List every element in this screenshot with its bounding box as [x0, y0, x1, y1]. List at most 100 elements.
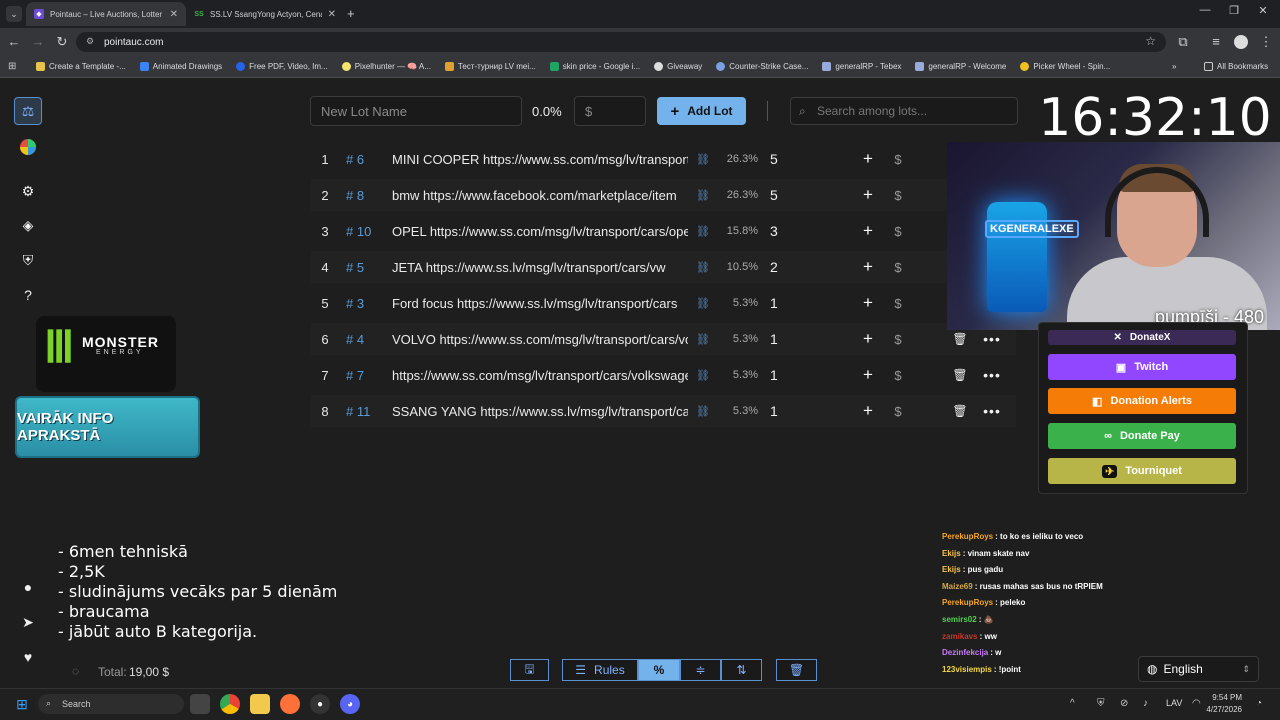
currency-icon[interactable]: $: [888, 188, 908, 203]
lot-name[interactable]: SSANG YANG https://www.ss.lv/msg/lv/tran…: [392, 404, 688, 419]
more-options-icon[interactable]: •••: [974, 367, 1010, 383]
donate-pay-button[interactable]: ∞ Donate Pay: [1048, 423, 1236, 449]
profile-avatar[interactable]: [1234, 35, 1248, 49]
extensions-icon[interactable]: ⧉: [1175, 34, 1191, 50]
bookmark-star-icon[interactable]: ☆: [1145, 34, 1156, 48]
lot-amount[interactable]: 5: [758, 187, 848, 203]
currency-icon[interactable]: $: [888, 404, 908, 419]
clock-date[interactable]: 4/27/2026: [1200, 705, 1242, 714]
clear-all-icon[interactable]: 🗑: [776, 659, 817, 681]
media-control-icon[interactable]: ≡: [1208, 34, 1224, 49]
bookmark[interactable]: generalRP - Welcome: [915, 62, 1006, 71]
maximize-button[interactable]: ❐: [1219, 4, 1249, 17]
close-tab-icon[interactable]: ✕: [170, 9, 178, 20]
add-amount-icon[interactable]: +: [848, 401, 888, 421]
lot-amount[interactable]: 1: [758, 295, 848, 311]
lot-name[interactable]: VOLVO https://www.ss.com/msg/lv/transpor…: [392, 332, 688, 347]
donate-hand-icon[interactable]: ♥: [14, 643, 42, 671]
save-icon[interactable]: 🖫: [510, 659, 549, 681]
network-icon[interactable]: ⊘: [1120, 698, 1128, 709]
lot-amount[interactable]: 1: [758, 403, 848, 419]
add-amount-icon[interactable]: +: [848, 185, 888, 205]
apps-grid-icon[interactable]: ⊞: [8, 61, 16, 72]
link-icon[interactable]: ⛓: [688, 369, 718, 382]
currency-icon[interactable]: $: [888, 368, 908, 383]
currency-icon[interactable]: $: [888, 224, 908, 239]
input-language[interactable]: LAV: [1166, 698, 1182, 708]
bookmark[interactable]: generalRP - Tebex: [822, 62, 901, 71]
wheel-icon[interactable]: [14, 133, 42, 161]
link-icon[interactable]: ⛓: [688, 153, 718, 166]
add-amount-icon[interactable]: +: [848, 329, 888, 349]
reload-button[interactable]: ↻: [54, 34, 70, 50]
lot-name[interactable]: Ford focus https://www.ss.lv/msg/lv/tran…: [392, 296, 688, 311]
clock-time[interactable]: 9:54 PM: [1210, 693, 1242, 702]
lot-amount[interactable]: 1: [758, 331, 848, 347]
chrome-icon[interactable]: [220, 694, 240, 714]
link-icon[interactable]: ⛓: [688, 261, 718, 274]
add-amount-icon[interactable]: +: [848, 293, 888, 313]
amount-input[interactable]: $: [574, 96, 646, 126]
delete-lot-icon[interactable]: 🗑: [946, 404, 974, 418]
vpn-icon[interactable]: ⛨: [1097, 698, 1105, 709]
notifications-icon[interactable]: ◔: [1256, 698, 1262, 709]
forward-button[interactable]: →: [30, 34, 46, 49]
github-icon[interactable]: ●: [14, 573, 42, 601]
currency-icon[interactable]: $: [888, 332, 908, 347]
lot-name[interactable]: MINI COOPER https://www.ss.com/msg/lv/tr…: [392, 152, 688, 167]
rules-button[interactable]: ☰ Rules: [562, 659, 638, 681]
bookmark[interactable]: Counter-Strike Case...: [716, 62, 808, 71]
lot-name-input[interactable]: New Lot Name: [310, 96, 522, 126]
help-icon[interactable]: ?: [14, 281, 42, 309]
add-amount-icon[interactable]: +: [848, 221, 888, 241]
lot-name[interactable]: JETA https://www.ss.lv/msg/lv/transport/…: [392, 260, 688, 275]
percent-toggle-icon[interactable]: %: [638, 659, 680, 681]
lot-name[interactable]: OPEL https://www.ss.com/msg/lv/transport…: [392, 224, 688, 239]
settings-gear-icon[interactable]: ⚙: [14, 177, 42, 205]
link-icon[interactable]: ⛓: [688, 405, 718, 418]
tab-search-button[interactable]: ⌄: [6, 6, 22, 22]
delete-lot-icon[interactable]: 🗑: [946, 332, 974, 346]
lot-name[interactable]: https://www.ss.com/msg/lv/transport/cars…: [392, 368, 688, 383]
minimize-button[interactable]: —: [1190, 4, 1220, 16]
currency-icon[interactable]: $: [888, 152, 908, 167]
language-select[interactable]: ◍ English ⇕: [1138, 656, 1259, 682]
bookmark[interactable]: Free PDF, Video, Im...: [236, 62, 328, 71]
delete-lot-icon[interactable]: 🗑: [946, 368, 974, 382]
taskbar-search[interactable]: ⌕ Search: [38, 694, 184, 714]
all-bookmarks-folder[interactable]: All Bookmarks: [1204, 62, 1268, 71]
currency-icon[interactable]: $: [888, 296, 908, 311]
lot-amount[interactable]: 3: [758, 223, 848, 239]
file-explorer-icon[interactable]: [250, 694, 270, 714]
tourniquet-button[interactable]: ✈ Tourniquet: [1048, 458, 1236, 484]
bookmark[interactable]: Тест-турнир LV mei...: [444, 62, 536, 71]
donatex-button[interactable]: ✕ DonateX: [1048, 330, 1236, 345]
hide-eye-icon[interactable]: ◌: [72, 664, 79, 678]
windows-start-icon[interactable]: ⊞: [12, 694, 32, 714]
lot-name[interactable]: bmw https://www.facebook.com/marketplace…: [392, 188, 688, 203]
lot-search-input[interactable]: ⌕ Search among lots...: [790, 97, 1018, 125]
auction-gavel-icon[interactable]: ⚖: [14, 97, 42, 125]
obs-icon[interactable]: ●: [310, 694, 330, 714]
firefox-icon[interactable]: [280, 694, 300, 714]
browser-menu-icon[interactable]: ⋮: [1258, 34, 1274, 50]
sort-icon[interactable]: ⇅: [721, 659, 762, 681]
tab-pointauc[interactable]: ◆ Pointauc – Live Auctions, Lotter ✕: [26, 2, 186, 26]
lot-amount[interactable]: 1: [758, 367, 848, 383]
new-tab-button[interactable]: +: [347, 6, 355, 21]
add-amount-icon[interactable]: +: [848, 365, 888, 385]
close-window-button[interactable]: ✕: [1248, 4, 1278, 17]
telegram-icon[interactable]: ➤: [14, 608, 42, 636]
link-icon[interactable]: ⛓: [688, 225, 718, 238]
layers-icon[interactable]: ◈: [14, 211, 42, 239]
add-lot-button[interactable]: + Add Lot: [657, 97, 746, 125]
back-button[interactable]: ←: [6, 34, 22, 49]
task-view-icon[interactable]: [190, 694, 210, 714]
split-icon[interactable]: ≑: [680, 659, 721, 681]
link-icon[interactable]: ⛓: [688, 189, 718, 202]
discord-icon[interactable]: ◕: [340, 694, 360, 714]
twitch-button[interactable]: ▣ Twitch: [1048, 354, 1236, 380]
more-bookmarks-chevron-icon[interactable]: »: [1172, 62, 1176, 71]
donation-alerts-button[interactable]: ◧ Donation Alerts: [1048, 388, 1236, 414]
shield-icon[interactable]: ⛨: [14, 246, 42, 274]
